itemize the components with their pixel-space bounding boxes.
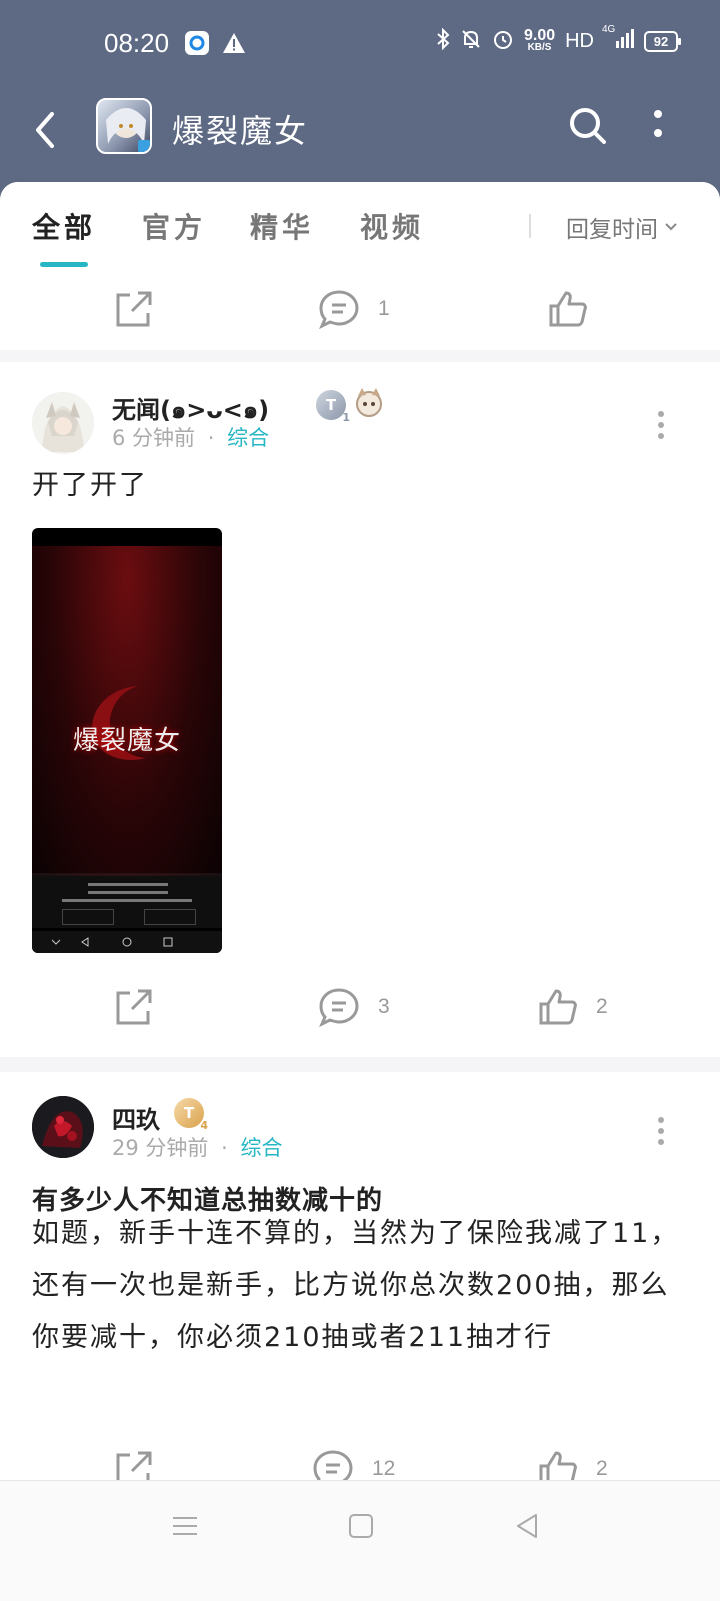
content-sheet: 全部 官方 精华 视频 回复时间 1 无闻(๑>ᴗ<๑) T 1 6 分钟前 ·… (0, 182, 720, 1600)
tab-all[interactable]: 全部 (32, 206, 96, 246)
comment-count: 3 (378, 995, 390, 1018)
thumbs-up-icon (539, 989, 577, 1025)
app-header: 爆裂魔女 (0, 90, 720, 182)
bluetooth-icon (436, 27, 450, 55)
comment-button[interactable]: 1 (318, 264, 390, 354)
vertical-dots-icon (654, 110, 662, 137)
search-button[interactable] (566, 104, 610, 148)
post-time: 6 分钟前 (112, 426, 196, 450)
image-text-line (62, 899, 192, 902)
user-level-badge: T 4 (174, 1098, 208, 1132)
image-logo-text: 爆裂魔女 (72, 726, 181, 756)
more-options-button[interactable] (650, 106, 670, 146)
menu-icon (173, 1517, 197, 1535)
comment-icon (319, 988, 359, 1027)
vertical-dots-icon (658, 1117, 664, 1145)
status-bar: 08:20 9.00 KB/S HD 4G 92 (0, 0, 720, 90)
back-button[interactable] (28, 108, 68, 152)
post-card-partial: 1 (0, 270, 720, 350)
back-arrow-icon (36, 112, 54, 148)
chevron-down-icon (665, 223, 677, 231)
like-count: 2 (596, 1457, 608, 1480)
badge-level: 1 (342, 411, 350, 424)
home-square-icon (349, 1514, 373, 1538)
post-text: 开了开了 (32, 470, 148, 501)
warning-icon (222, 32, 246, 58)
signal-icon: 4G (602, 24, 634, 55)
post-meta: 6 分钟前 · 综合 (112, 422, 269, 452)
share-button[interactable] (114, 962, 154, 1052)
vertical-dots-icon (658, 411, 664, 439)
post-time: 29 分钟前 (112, 1136, 209, 1160)
user-pet-icon (352, 386, 386, 420)
post-card[interactable]: 四玖 T 4 29 分钟前 · 综合 有多少人不知道总抽数减十的 如题，新手十连… (0, 1072, 720, 1532)
image-text-line (88, 891, 168, 894)
comment-icon (319, 290, 359, 329)
app-notification-icon (184, 30, 210, 60)
back-nav-button[interactable] (512, 1511, 542, 1541)
tab-official[interactable]: 官方 (142, 206, 206, 246)
image-text-line (88, 883, 168, 886)
game-icon[interactable] (96, 98, 152, 154)
speed-value: 9.00 (523, 26, 556, 44)
network-type: 4G (602, 24, 616, 35)
network-speed: 9.00 KB/S (523, 26, 556, 54)
badge-level: 4 (200, 1119, 208, 1132)
image-button-exit (62, 909, 114, 925)
battery-icon: 92 (644, 31, 681, 52)
image-button-download (144, 909, 196, 925)
post-actions: 1 (0, 264, 720, 354)
post-meta: 29 分钟前 · 综合 (112, 1132, 282, 1162)
post-category[interactable]: 综合 (240, 1136, 282, 1160)
badge-letter: T (325, 396, 337, 414)
post-text: 如题，新手十连不算的，当然为了保险我减了11，还有一次也是新手，比方说你总次数2… (32, 1218, 680, 1353)
post-card[interactable]: 无闻(๑>ᴗ<๑) T 1 6 分钟前 · 综合 开了开了 爆裂魔女 3 2 (0, 362, 720, 1057)
meta-separator: · (207, 426, 215, 450)
tab-divider (529, 214, 531, 238)
post-more-button[interactable] (656, 1116, 666, 1146)
user-level-badge: T 1 (316, 390, 350, 424)
hd-indicator: HD (565, 30, 594, 52)
menu-nav-button[interactable] (170, 1511, 200, 1541)
like-button[interactable] (548, 264, 606, 354)
system-nav-bar (0, 1480, 720, 1601)
post-category[interactable]: 综合 (227, 426, 269, 450)
status-time: 08:20 (104, 28, 170, 58)
image-info-panel (32, 873, 222, 928)
username[interactable]: 四玖 (112, 1100, 160, 1135)
post-actions: 3 2 (0, 962, 720, 1052)
back-triangle-icon (517, 1514, 537, 1538)
mute-bell-icon (460, 28, 482, 55)
share-icon (116, 291, 152, 327)
avatar[interactable] (32, 392, 94, 454)
search-icon (570, 108, 606, 144)
post-more-button[interactable] (656, 410, 666, 440)
comment-count: 1 (378, 297, 390, 320)
badge-letter: T (183, 1104, 195, 1122)
sort-dropdown[interactable]: 回复时间 (566, 210, 678, 244)
thumbs-up-icon (549, 291, 587, 327)
meta-separator: · (221, 1136, 228, 1160)
home-nav-button[interactable] (346, 1511, 376, 1541)
tab-featured[interactable]: 精华 (250, 206, 314, 246)
like-button[interactable]: 2 (538, 962, 608, 1052)
image-nav-bar (32, 931, 222, 953)
speed-unit: KB/S (527, 41, 552, 53)
share-button[interactable] (114, 264, 154, 354)
comment-count: 12 (372, 1457, 396, 1480)
comment-button[interactable]: 3 (318, 962, 390, 1052)
avatar[interactable] (32, 1096, 94, 1158)
tab-bar: 全部 官方 精华 视频 回复时间 (0, 182, 720, 270)
page-title: 爆裂魔女 (172, 112, 309, 150)
alarm-icon (492, 28, 514, 55)
tab-video[interactable]: 视频 (360, 206, 424, 246)
share-icon (116, 989, 152, 1025)
post-image[interactable]: 爆裂魔女 (32, 528, 222, 953)
sort-label: 回复时间 (566, 217, 658, 243)
like-count: 2 (596, 995, 608, 1018)
